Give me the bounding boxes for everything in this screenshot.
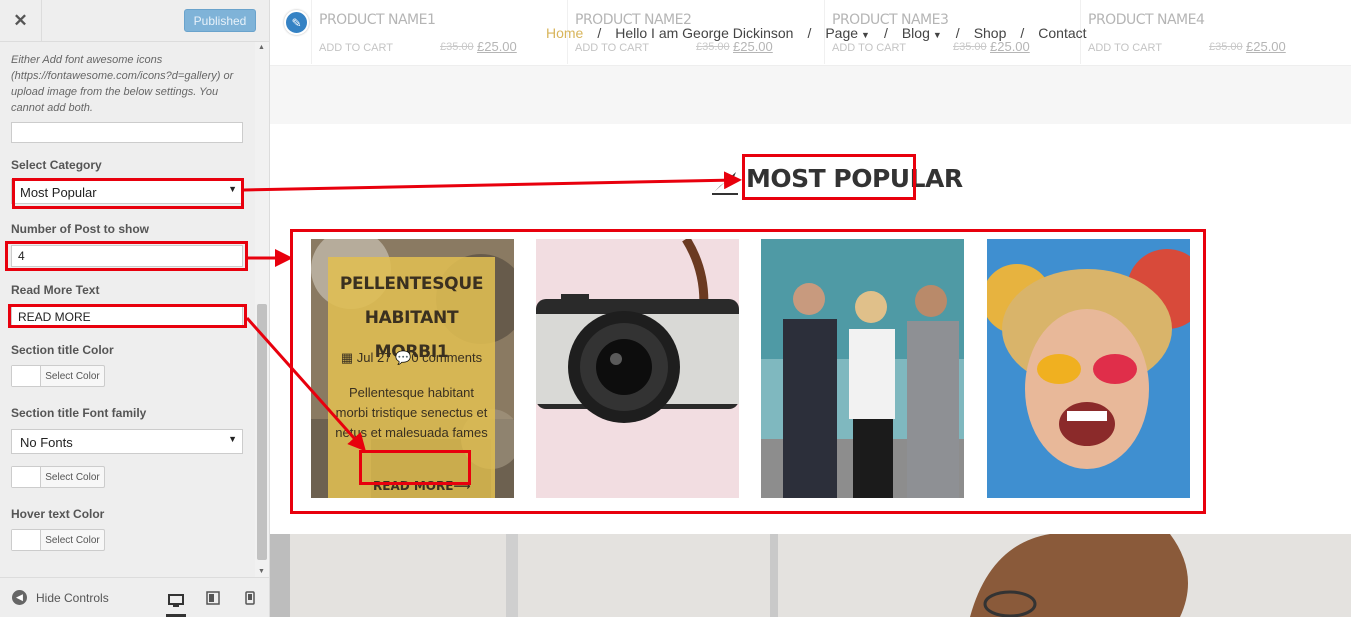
arrow-readmore-to-button <box>245 317 366 452</box>
annotation-arrows <box>243 171 742 452</box>
customizer-screen: ✕ Published Either Add font awesome icon… <box>0 0 1351 617</box>
arrow-category-to-title <box>243 171 742 192</box>
